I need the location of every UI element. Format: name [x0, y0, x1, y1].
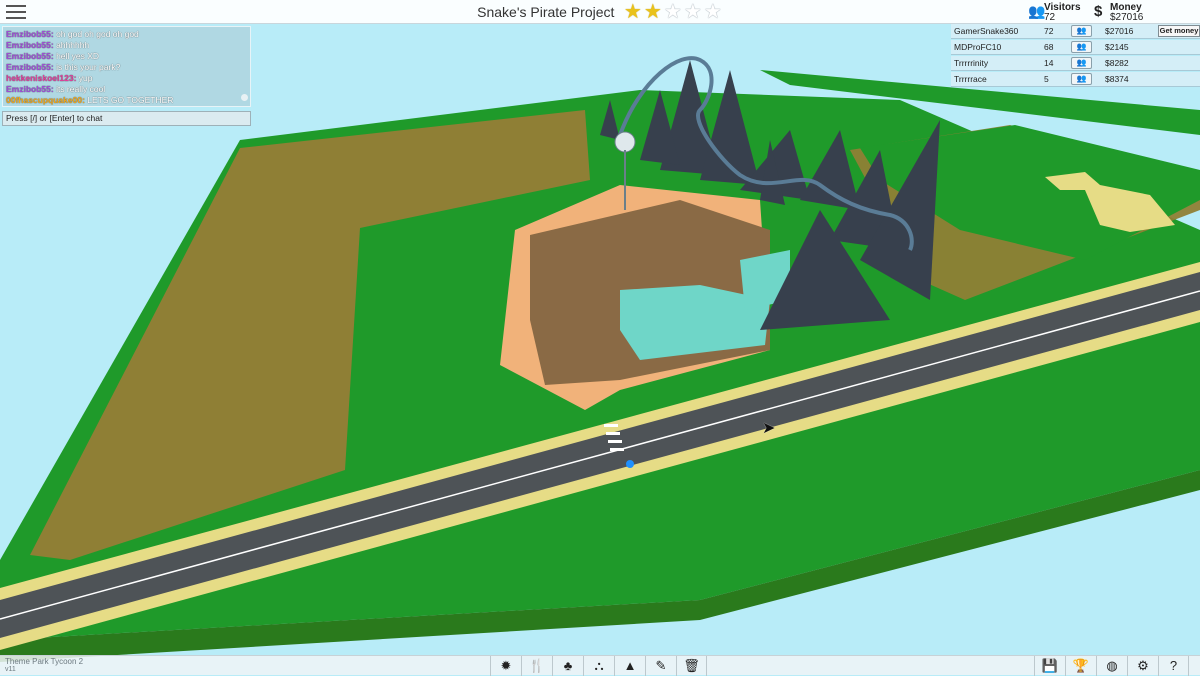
chat-input[interactable]: Press [/] or [Enter] to chat — [2, 111, 251, 126]
player-visitors: 72 — [1044, 26, 1054, 36]
drop-tower — [614, 131, 636, 153]
chat-scroll-indicator[interactable] — [241, 94, 248, 101]
top-bar: Snake's Pirate Project ★ ★ ★ ★ ★ 👥 Visitors … — [0, 0, 1200, 24]
player-name: Trrrrrace — [954, 74, 987, 84]
chat-message: Emzibob55: its really cool — [6, 84, 247, 95]
save-icon: 💾 — [1041, 658, 1059, 673]
mouse-cursor: ➤ — [762, 420, 776, 437]
park-title: Snake's Pirate Project — [477, 4, 615, 20]
chat-message: Emzibob55: oh god oh god oh god — [6, 29, 247, 40]
player-name: MDProFC10 — [954, 42, 1002, 52]
chat-window: Emzibob55: oh god oh god oh god Emzibob55… — [2, 26, 251, 107]
player-row: Trrrrrace 5 👥 $8374 — [951, 72, 1200, 87]
question-icon: ? — [1169, 658, 1178, 673]
player-money: $2145 — [1105, 42, 1129, 52]
scenery-tool[interactable]: ♣ — [552, 656, 583, 676]
player-visitors: 68 — [1044, 42, 1054, 52]
menu-icon[interactable] — [6, 4, 26, 20]
chat-username[interactable]: Emzibob55: — [6, 29, 54, 39]
star-icon: ★ — [663, 1, 682, 23]
paint-tool[interactable]: ✎ — [645, 656, 676, 676]
build-tools: ✹ 🍴 ♣ ⛬ ▲ ✎ 🗑 — [490, 656, 707, 676]
chat-message: 00fhascupquake00: LETS GO TOGETHER — [6, 95, 247, 106]
star-icon: ★ — [683, 1, 702, 23]
chat-text: oh god oh god oh god — [53, 29, 139, 39]
ferris-wheel-icon: ✹ — [500, 658, 512, 673]
visit-park-icon[interactable]: 👥 — [1071, 73, 1092, 85]
mountain-icon: ▲ — [623, 658, 637, 673]
star-icon: ★ — [643, 1, 662, 23]
chat-text: ahhhhhh — [53, 40, 90, 50]
chat-text: is this your park? — [53, 62, 121, 72]
player-money: $8374 — [1105, 74, 1129, 84]
chat-username[interactable]: Emzibob55: — [6, 84, 54, 94]
money-value: $27016 — [1110, 12, 1144, 23]
bottom-toolbar: Theme Park Tycoon 2 v11 ✹ 🍴 ♣ ⛬ ▲ ✎ 🗑 💾 🏆 ◍ ⚙? — [0, 655, 1200, 676]
paths-tool[interactable]: ⛬ — [583, 656, 614, 676]
food-tool[interactable]: 🍴 — [521, 656, 552, 676]
chat-text: hell yes XD — [53, 51, 100, 61]
player-list: GamerSnake360 72 👥 $27016 Get money MDProFC10… — [951, 24, 1200, 88]
visit-park-icon[interactable]: 👥 — [1071, 25, 1092, 37]
game-version: v11 — [5, 666, 16, 673]
chat-message: Emzibob55: is this your park? — [6, 62, 247, 73]
star-icon: ★ — [703, 1, 722, 23]
dollar-icon: $ — [1094, 3, 1103, 20]
visitors-value: 72 — [1044, 12, 1056, 23]
chat-text: LETS GO TOGETHER — [84, 95, 174, 105]
help-tool[interactable]: ? — [1158, 656, 1189, 676]
save-tool[interactable]: 💾 — [1034, 656, 1065, 676]
terrain-tool[interactable]: ▲ — [614, 656, 645, 676]
game-name: Theme Park Tycoon 2 — [5, 657, 84, 666]
world-tool[interactable]: ◍ — [1096, 656, 1127, 676]
globe-icon: ◍ — [1106, 658, 1118, 673]
awards-tool[interactable]: 🏆 — [1065, 656, 1096, 676]
chat-username[interactable]: Emzibob55: — [6, 51, 54, 61]
park-title-group: Snake's Pirate Project ★ ★ ★ ★ ★ — [0, 0, 1200, 24]
player-name: Trrrrrinity — [954, 58, 989, 68]
delete-tool[interactable]: 🗑 — [676, 656, 707, 676]
player-visitors: 5 — [1044, 74, 1049, 84]
player-money: $27016 — [1105, 26, 1134, 36]
star-icon: ★ — [623, 1, 642, 23]
paint-icon: ✎ — [655, 658, 667, 673]
chat-text: its really cool — [53, 84, 106, 94]
gear-icon: ⚙ — [1137, 658, 1149, 673]
tree-icon: ♣ — [563, 658, 573, 673]
chat-message: Emzibob55: hell yes XD — [6, 51, 247, 62]
visit-park-icon[interactable]: 👥 — [1071, 41, 1092, 53]
fork-knife-icon: 🍴 — [528, 658, 546, 673]
player-row: MDProFC10 68 👥 $2145 — [951, 40, 1200, 55]
system-tools: 💾 🏆 ◍ ⚙? — [1034, 656, 1189, 676]
settings-tool[interactable]: ⚙ — [1127, 656, 1158, 676]
player-name: GamerSnake360 — [954, 26, 1019, 36]
get-money-button[interactable]: Get money — [1158, 25, 1200, 37]
park-rating: ★ ★ ★ ★ ★ — [623, 1, 723, 23]
trophy-icon: 🏆 — [1072, 658, 1090, 673]
player-row: Trrrrrinity 14 👥 $8282 — [951, 56, 1200, 71]
chat-username[interactable]: hekkeniskoel123: — [6, 73, 76, 83]
chat-message: Emzibob55: ahhhhhh — [6, 40, 247, 51]
chat-username[interactable]: Emzibob55: — [6, 40, 54, 50]
rides-tool[interactable]: ✹ — [490, 656, 521, 676]
chat-username[interactable]: Emzibob55: — [6, 62, 54, 72]
player-visitors: 14 — [1044, 58, 1054, 68]
people-icon: 👥 — [1028, 3, 1046, 19]
visit-park-icon[interactable]: 👥 — [1071, 57, 1092, 69]
trash-icon: 🗑 — [683, 658, 700, 673]
chat-message: hekkeniskoel123: yup — [6, 73, 247, 84]
player-row: GamerSnake360 72 👥 $27016 Get money — [951, 24, 1200, 39]
chat-text: yup — [76, 73, 93, 83]
path-icon: ⛬ — [594, 658, 604, 673]
chat-username[interactable]: 00fhascupquake00: — [6, 95, 85, 105]
player-money: $8282 — [1105, 58, 1129, 68]
